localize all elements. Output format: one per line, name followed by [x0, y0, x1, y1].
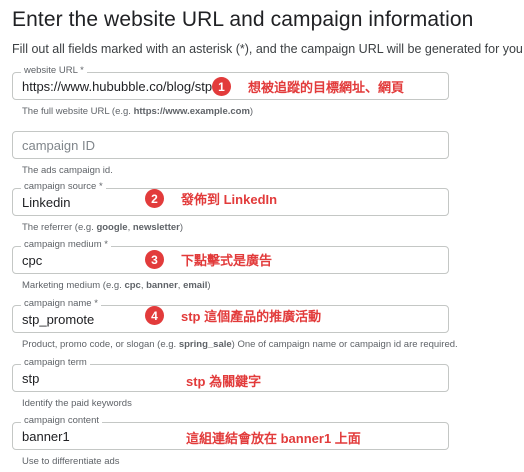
helper-text: ) [207, 280, 211, 291]
helper-text: ) [249, 106, 254, 117]
website-url-value[interactable]: https://www.hububble.co/blog/stp [22, 79, 212, 94]
campaign-medium-helper: Marketing medium (e.g. cpc, banner, emai… [22, 280, 211, 291]
annotation-text: 下點擊式是廣告 [181, 253, 273, 268]
annotation-text: stp 為關鍵字 [186, 374, 262, 389]
campaign-medium-value[interactable]: cpc [22, 253, 42, 268]
number-badge: 3 [145, 250, 164, 269]
campaign-id-field[interactable]: campaign ID [12, 131, 449, 159]
campaign-medium-label: campaign medium * [21, 239, 111, 250]
page-title: Enter the website URL and campaign infor… [12, 8, 474, 31]
campaign-term-value[interactable]: stp [22, 371, 39, 386]
annotation-text: 發佈到 LinkedIn [181, 192, 278, 207]
helper-example: https://www.example.com [133, 106, 250, 117]
campaign-term-helper: Identify the paid keywords [22, 398, 132, 409]
annotation-4: 4 stp 這個產品的推廣活動 [145, 306, 321, 325]
number-badge: 1 [212, 77, 231, 96]
campaign-content-helper: Use to differentiate ads [22, 456, 120, 467]
campaign-name-label: campaign name * [21, 298, 101, 309]
helper-text: ) [179, 222, 184, 233]
helper-text: ) One of campaign name or campaign id ar… [231, 339, 458, 350]
helper-example: newsletter [132, 222, 180, 233]
annotation-1: 1 想被追蹤的目標網址、網頁 [212, 77, 404, 96]
annotation-text: 這組連結會放在 banner1 上面 [186, 431, 361, 446]
annotation-5: stp 為關鍵字 [186, 371, 261, 390]
annotation-text: 想被追蹤的目標網址、網頁 [248, 80, 405, 95]
campaign-id-helper: The ads campaign id. [22, 165, 113, 176]
campaign-id-placeholder[interactable]: campaign ID [22, 138, 95, 153]
campaign-source-label: campaign source * [21, 181, 106, 192]
annotation-3: 3 下點擊式是廣告 [145, 250, 272, 269]
helper-text: Marketing medium (e.g. [22, 280, 125, 291]
campaign-source-value[interactable]: Linkedin [22, 195, 70, 210]
website-url-helper: The full website URL (e.g. https://www.e… [22, 106, 253, 117]
helper-example: cpc [124, 280, 141, 291]
annotation-text: stp 這個產品的推廣活動 [181, 309, 322, 324]
helper-example: banner [146, 280, 178, 291]
number-badge: 2 [145, 189, 164, 208]
number-badge: 4 [145, 306, 164, 325]
helper-example: google [96, 222, 128, 233]
helper-text: Product, promo code, or slogan (e.g. [22, 339, 179, 350]
helper-example: email [183, 280, 208, 291]
campaign-content-label: campaign content [21, 415, 102, 426]
website-url-label: website URL * [21, 65, 87, 76]
page-subtitle: Fill out all fields marked with an aster… [12, 42, 524, 56]
campaign-name-helper: Product, promo code, or slogan (e.g. spr… [22, 339, 458, 350]
helper-text: The full website URL (e.g. [22, 106, 134, 117]
campaign-term-label: campaign term [21, 357, 90, 368]
annotation-6: 這組連結會放在 banner1 上面 [186, 428, 361, 447]
campaign-source-helper: The referrer (e.g. google, newsletter) [22, 222, 183, 233]
annotation-2: 2 發佈到 LinkedIn [145, 189, 277, 208]
campaign-name-value[interactable]: stp_promote [22, 312, 94, 327]
helper-text: The referrer (e.g. [22, 222, 97, 233]
helper-example: spring_sale [178, 339, 232, 350]
campaign-content-value[interactable]: banner1 [22, 429, 70, 444]
